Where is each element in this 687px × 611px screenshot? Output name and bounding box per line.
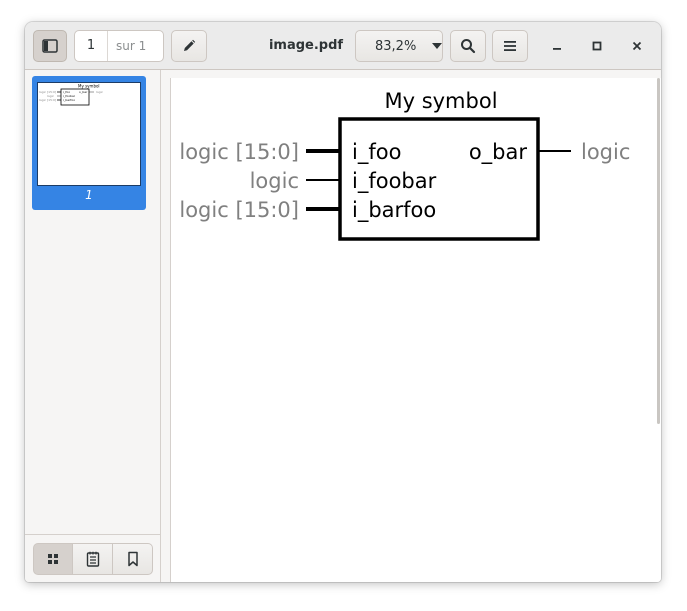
search-icon xyxy=(461,39,476,54)
maximize-icon xyxy=(592,41,602,51)
pencil-icon xyxy=(184,39,196,51)
document-title: image.pdf xyxy=(268,38,344,53)
sidebar-toggle-button[interactable] xyxy=(33,30,67,62)
main-menu-button[interactable] xyxy=(492,30,528,62)
thumb-port-name: i_barfoo xyxy=(63,98,75,102)
port-name-label: i_barfoo xyxy=(352,198,436,223)
document-view[interactable]: My symbol logic [15:0] logic logic [15:0… xyxy=(161,70,661,582)
close-icon xyxy=(632,41,642,51)
port-type-label: logic [15:0] xyxy=(179,198,299,222)
thumbnail-preview: My symbol logic [15:0] logic logic [15:0… xyxy=(39,84,103,106)
port-name-label: o_bar xyxy=(469,140,528,165)
thumb-port-type: logic xyxy=(96,90,103,94)
document-icon xyxy=(86,551,99,567)
thumb-title: My symbol xyxy=(78,84,100,89)
app-window: 1 sur 1 image.pdf 83,2% My symbol logic … xyxy=(25,22,661,582)
port-name-label: i_foo xyxy=(352,140,401,165)
tab-thumbnails[interactable] xyxy=(33,543,73,575)
zoom-value: 83,2% xyxy=(375,38,417,54)
search-button[interactable] xyxy=(450,30,486,62)
header-bar: 1 sur 1 image.pdf 83,2% xyxy=(25,22,661,70)
tab-bookmarks[interactable] xyxy=(113,543,153,575)
annotate-button[interactable] xyxy=(171,30,207,62)
port-name-label: i_foobar xyxy=(352,169,437,194)
sidebar-toggle-icon xyxy=(42,39,58,53)
thumbnail-page-label: 1 xyxy=(85,188,93,202)
sidebar: My symbol logic [15:0] logic logic [15:0… xyxy=(25,70,161,582)
port-type-label: logic xyxy=(250,169,299,193)
minimize-icon xyxy=(553,48,561,50)
hamburger-menu-icon xyxy=(504,41,516,51)
symbol-title: My symbol xyxy=(384,89,497,113)
page-entry[interactable]: 1 sur 1 xyxy=(74,30,164,62)
maximize-button[interactable] xyxy=(587,36,607,56)
page-total-label: sur 1 xyxy=(116,39,147,53)
thumb-port-type: logic [15:0] xyxy=(39,98,56,102)
symbol-diagram: My symbol logic [15:0] logic logic [15:0… xyxy=(179,89,630,241)
tab-annotations[interactable] xyxy=(73,543,113,575)
chevron-down-icon xyxy=(432,43,442,49)
zoom-dropdown[interactable]: 83,2% xyxy=(355,30,443,62)
thumb-port-name: o_bar xyxy=(79,90,88,94)
vertical-scrollbar[interactable] xyxy=(657,78,660,424)
page-number-input[interactable]: 1 xyxy=(75,31,108,61)
page-thumbnail: My symbol logic [15:0] logic logic [15:0… xyxy=(37,82,141,186)
bookmark-icon xyxy=(127,551,138,567)
pdf-page: My symbol logic [15:0] logic logic [15:0… xyxy=(170,78,661,582)
thumbnails-icon xyxy=(48,554,58,564)
close-button[interactable] xyxy=(627,36,647,56)
sidebar-tabs xyxy=(25,534,160,582)
minimize-button[interactable] xyxy=(547,36,567,56)
port-type-label: logic [15:0] xyxy=(179,140,299,164)
port-type-label: logic xyxy=(581,140,630,164)
page-thumbnail-item[interactable]: My symbol logic [15:0] logic logic [15:0… xyxy=(32,76,146,210)
